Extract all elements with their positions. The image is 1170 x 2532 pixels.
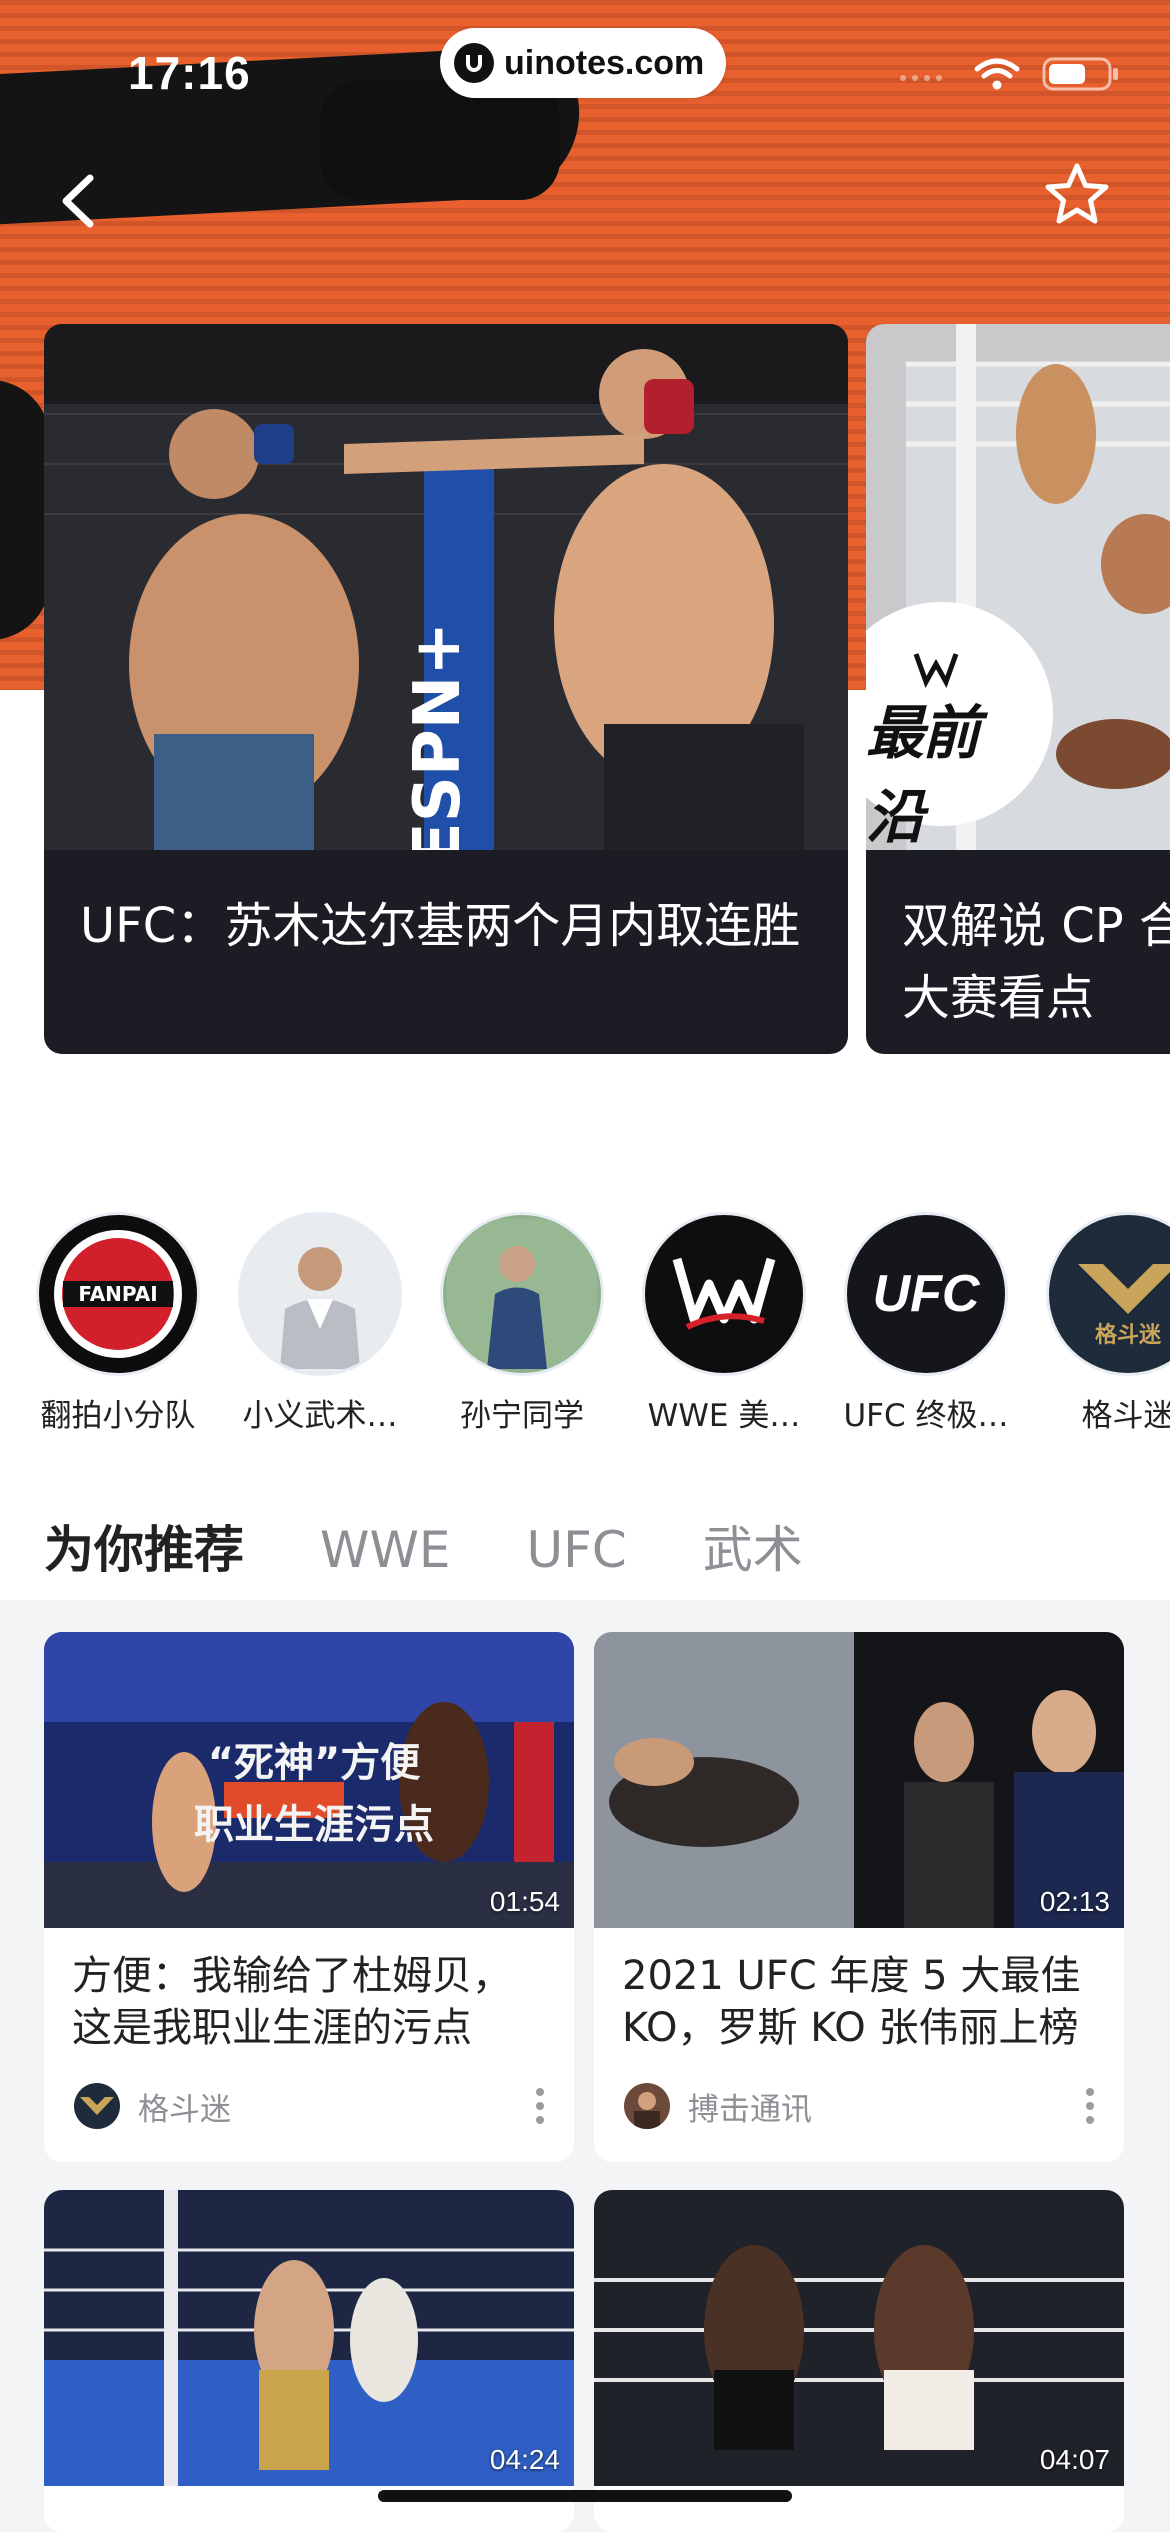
hero-image: 最前沿 <box>866 324 1170 850</box>
creator-item[interactable]: UFC UFC 终极… <box>826 1212 1026 1435</box>
video-duration: 04:07 <box>1039 2444 1110 2475</box>
avatar: FANPAI <box>36 1212 200 1376</box>
creator-name: WWE 美… <box>647 1398 801 1434</box>
video-card[interactable]: 04:07 <box>594 2190 1124 2532</box>
video-thumbnail: 04:07 <box>594 2190 1124 2486</box>
tab-wwe[interactable]: WWE <box>320 1521 450 1579</box>
video-meta: 搏击通讯 <box>624 2080 1096 2132</box>
author-avatar[interactable] <box>74 2083 120 2129</box>
author-name[interactable]: 格斗迷 <box>138 2084 231 2129</box>
video-duration: 04:24 <box>489 2444 560 2475</box>
banner-graphic <box>0 380 50 640</box>
creator-name: 孙宁同学 <box>460 1398 584 1434</box>
tab-recommended[interactable]: 为你推荐 <box>44 1510 244 1582</box>
thumbnail-caption-line: 职业生涯污点 <box>194 1802 434 1848</box>
category-tabs: 为你推荐 WWE UFC 武术 <box>44 1510 803 1582</box>
more-options-button[interactable] <box>1084 2086 1096 2126</box>
creator-name: 格斗迷 <box>1081 1398 1170 1434</box>
url-text: uinotes.com <box>504 43 705 82</box>
creator-name: 小义武术… <box>242 1398 398 1434</box>
hero-image: ESPN+ <box>44 324 848 850</box>
svg-text:ESPN+: ESPN+ <box>401 622 475 850</box>
video-title: 方便：我输给了杜姆贝，这是我职业生涯的污点 <box>72 1953 512 2051</box>
avatar <box>440 1212 604 1376</box>
video-duration: 02:13 <box>1039 1886 1110 1917</box>
hero-card[interactable]: 最前沿 双解说 CP 合大赛看点 <box>866 324 1170 1054</box>
more-vertical-icon <box>536 2088 544 2124</box>
video-thumbnail: “死神”方便 职业生涯污点 01:54 <box>44 1632 574 1928</box>
hero-badge: 最前沿 <box>866 699 980 850</box>
creator-item[interactable]: WWE 美… <box>624 1212 824 1435</box>
hero-title: 双解说 CP 合大赛看点 <box>902 898 1170 1026</box>
more-vertical-icon <box>1086 2088 1094 2124</box>
video-meta: 格斗迷 <box>74 2080 546 2132</box>
author-name[interactable]: 搏击通讯 <box>688 2084 812 2129</box>
video-thumbnail: 04:24 <box>44 2190 574 2486</box>
thumbnail-caption: “死神”方便 职业生涯污点 <box>104 1732 524 1856</box>
creator-item[interactable]: FANPAI 翻拍小分队 <box>18 1212 218 1435</box>
more-options-button[interactable] <box>534 2086 546 2126</box>
thumbnail-caption-line: “死神”方便 <box>207 1740 421 1786</box>
video-title: 2021 UFC 年度 5 大最佳 KO，罗斯 KO 张伟丽上榜 <box>622 1953 1081 2051</box>
ufc-logo-icon: UFC <box>872 1265 980 1323</box>
video-card[interactable]: 02:13 2021 UFC 年度 5 大最佳 KO，罗斯 KO 张伟丽上榜 搏… <box>594 1632 1124 2162</box>
creator-name: 翻拍小分队 <box>40 1398 196 1434</box>
video-thumbnail: 02:13 <box>594 1632 1124 1928</box>
hero-title: UFC：苏木达尔基两个月内取连胜 <box>80 898 801 954</box>
star-outline-icon <box>1045 163 1109 224</box>
avatar <box>642 1212 806 1376</box>
battery-icon <box>1042 57 1118 91</box>
creator-item[interactable]: 孙宁同学 <box>422 1212 622 1435</box>
svg-text:FANPAI: FANPAI <box>78 1282 157 1306</box>
wwe-logo-icon <box>672 1257 776 1330</box>
creator-name: UFC 终极… <box>843 1398 1009 1434</box>
hero-card[interactable]: ESPN+ UFC：苏木达尔基两个月内取连胜 <box>44 324 848 1054</box>
chevron-left-icon <box>62 174 94 228</box>
back-button[interactable] <box>52 166 112 236</box>
video-card[interactable]: 04:24 <box>44 2190 574 2532</box>
creators-row: FANPAI 翻拍小分队 小义武术… 孙宁同学 WWE 美… UFC UFC 终… <box>0 1212 1170 1442</box>
signal-icon <box>900 75 942 81</box>
status-time: 17:16 <box>128 47 251 99</box>
creator-item[interactable]: 格斗迷 格斗迷 <box>1028 1212 1170 1435</box>
avatar: UFC <box>844 1212 1008 1376</box>
video-card[interactable]: “死神”方便 职业生涯污点 01:54 方便：我输给了杜姆贝，这是我职业生涯的污… <box>44 1632 574 2162</box>
banner-graphic <box>320 80 560 200</box>
creator-item[interactable]: 小义武术… <box>220 1212 420 1435</box>
site-logo-icon <box>454 43 494 83</box>
video-duration: 01:54 <box>489 1886 560 1917</box>
status-icons <box>898 56 1120 92</box>
avatar <box>238 1212 402 1376</box>
url-pill[interactable]: uinotes.com <box>440 28 727 98</box>
favorite-button[interactable] <box>1042 160 1112 230</box>
tab-ufc[interactable]: UFC <box>526 1521 626 1579</box>
tab-martial-arts[interactable]: 武术 <box>703 1510 803 1582</box>
home-indicator <box>378 2490 792 2502</box>
author-avatar[interactable] <box>624 2083 670 2129</box>
avatar: 格斗迷 <box>1046 1212 1170 1376</box>
gedoumi-logo-icon: 格斗迷 <box>1078 1264 1170 1348</box>
wifi-icon <box>974 58 1020 90</box>
svg-text:格斗迷: 格斗迷 <box>1095 1322 1162 1348</box>
